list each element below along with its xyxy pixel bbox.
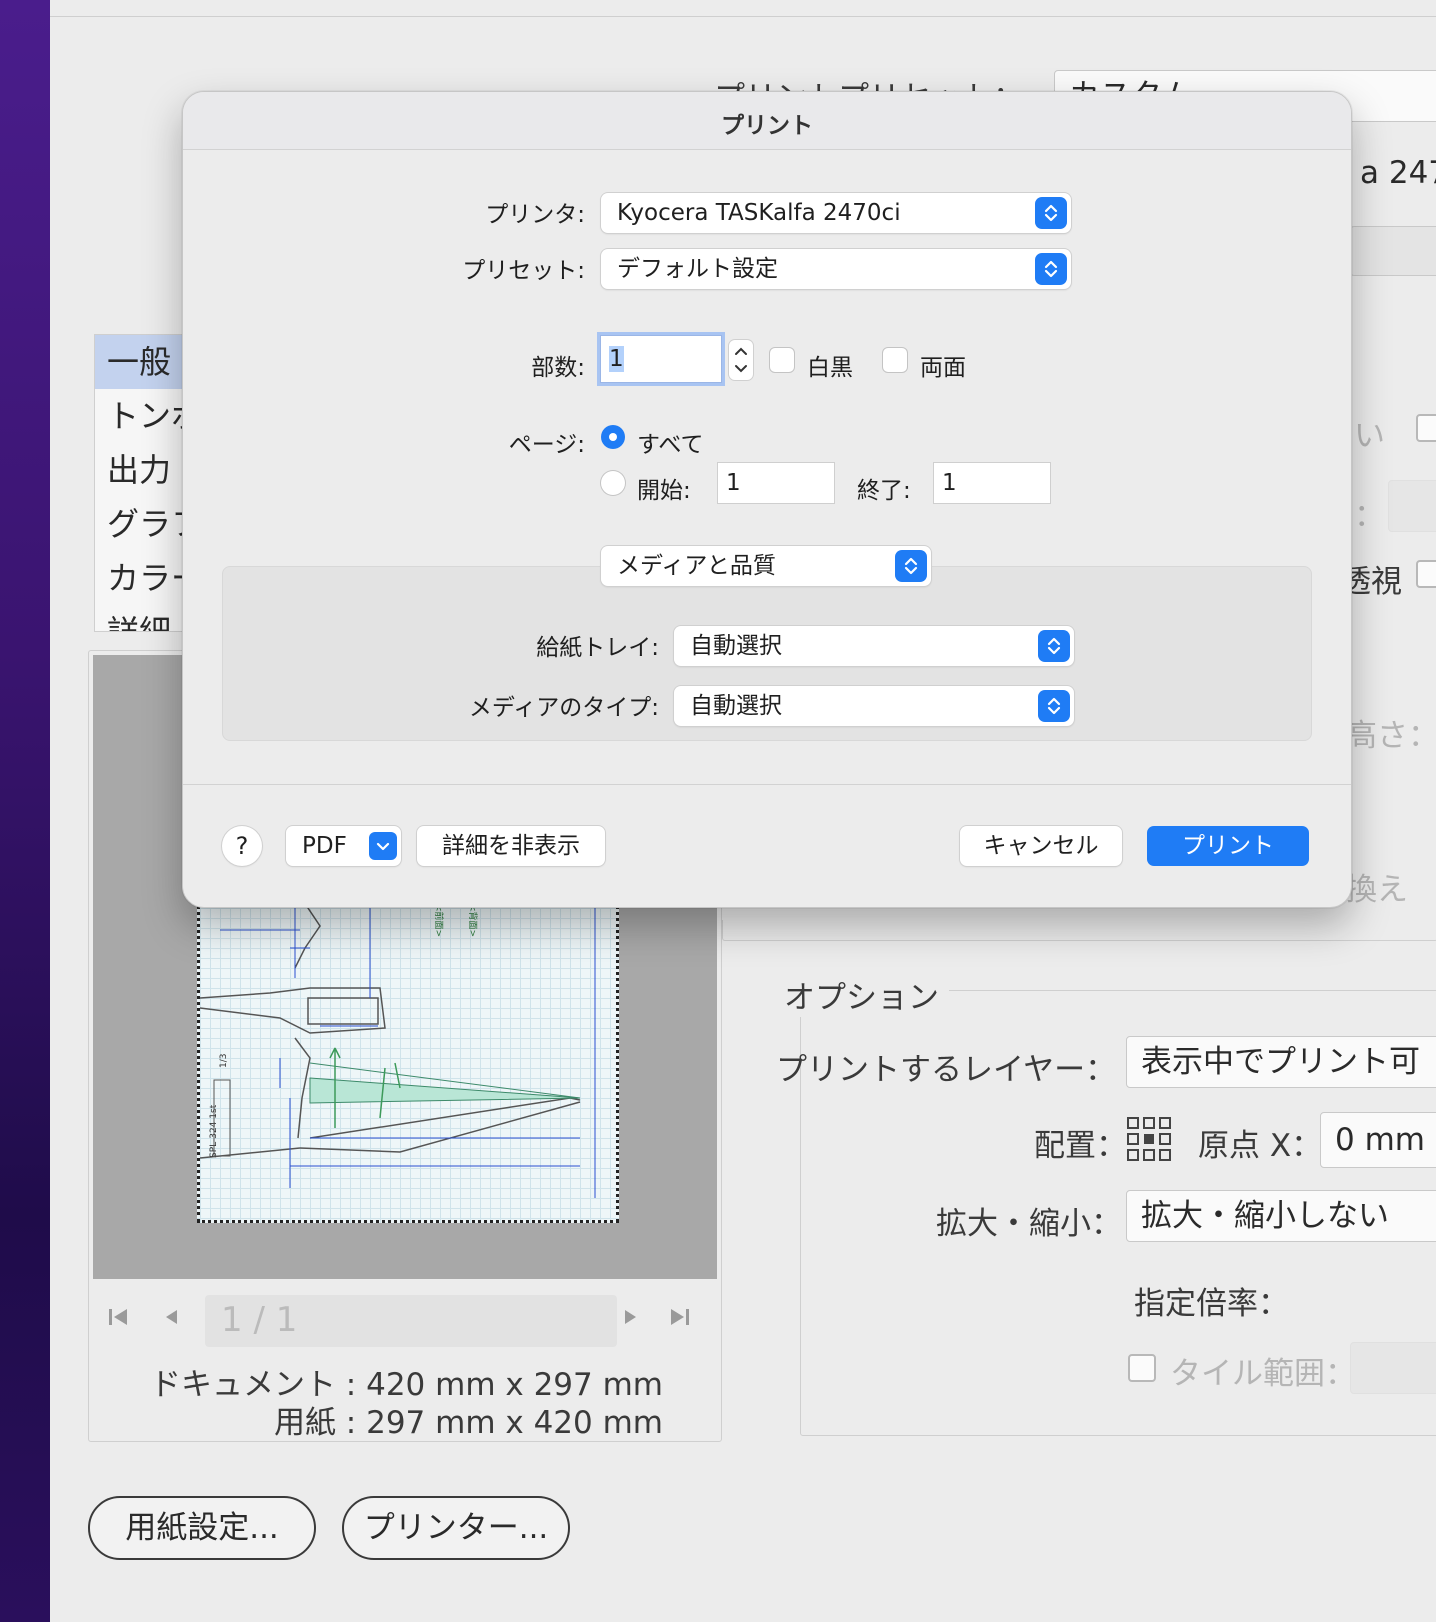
svg-text:<背面>: <背面> [467, 904, 479, 937]
last-page-button[interactable] [669, 1305, 691, 1335]
layer-label: プリントするレイヤー： [776, 1052, 1117, 1088]
page-setup-button[interactable]: 用紙設定... [88, 1496, 316, 1560]
from-label: 開始: [637, 478, 691, 504]
footer-divider [183, 784, 1351, 785]
tray-label: 給紙トレイ: [536, 635, 659, 661]
printer-label: プリンタ: [485, 202, 585, 228]
bg-setting-field[interactable] [1350, 226, 1436, 276]
to-label: 終了: [857, 478, 911, 504]
print-button[interactable]: プリント [1147, 826, 1309, 866]
pdf-label: PDF [302, 833, 347, 859]
tile-field [1350, 1342, 1436, 1394]
preset-select[interactable]: デフォルト設定 [601, 249, 1071, 289]
bg-disabled-field [1388, 480, 1436, 532]
last-page-icon [671, 1309, 689, 1325]
desktop-background [0, 0, 50, 1622]
bw-label: 白黒 [807, 355, 853, 381]
scale-select[interactable]: 拡大・縮小しない [1126, 1190, 1436, 1242]
help-button[interactable]: ? [222, 826, 262, 866]
bw-checkbox[interactable] [770, 348, 794, 372]
duplex-label: 両面 [920, 355, 966, 381]
tile-label: タイル範囲： [1170, 1356, 1356, 1392]
hide-details-button[interactable]: 詳細を非表示 [417, 826, 605, 866]
stepper-arrows-icon [735, 347, 747, 373]
pages-range-radio[interactable] [601, 471, 625, 495]
bg-partial-text: ： [1354, 498, 1385, 534]
origin-x-field[interactable]: 0 mm [1320, 1112, 1436, 1168]
dialog-titlebar: プリント [183, 92, 1351, 150]
updown-chevron-icon [1038, 630, 1070, 662]
preset-select-value: デフォルト設定 [617, 256, 778, 282]
copies-label: 部数: [531, 355, 585, 381]
page-navigation: 1 / 1 [103, 1295, 703, 1349]
bg-partial-text: 高さ： [1346, 718, 1436, 754]
dialog-title: プリント [721, 113, 813, 139]
preset-label: プリセット: [462, 258, 585, 284]
updown-chevron-icon [895, 550, 927, 582]
tile-checkbox[interactable] [1128, 1354, 1156, 1382]
pages-label: ページ: [508, 432, 585, 458]
copies-stepper[interactable] [729, 340, 753, 380]
from-page-field[interactable]: 1 [718, 463, 834, 503]
pages-all-radio[interactable] [601, 425, 625, 449]
bg-panel-edge [722, 920, 1436, 941]
tray-select[interactable]: 自動選択 [674, 626, 1074, 666]
pages-all-label: すべて [637, 432, 704, 458]
bg-checkbox[interactable] [1416, 560, 1436, 588]
next-page-button[interactable] [623, 1305, 639, 1335]
first-page-icon [109, 1309, 127, 1325]
media-type-select[interactable]: 自動選択 [674, 686, 1074, 726]
previous-page-icon [166, 1310, 177, 1324]
section-select[interactable]: メディアと品質 [601, 546, 931, 586]
printer-select-value: Kyocera TASKalfa 2470ci [617, 200, 901, 226]
cancel-button[interactable]: キャンセル [960, 826, 1122, 866]
copies-value: 1 [609, 346, 624, 372]
chevron-down-icon [369, 832, 397, 860]
copies-field[interactable]: 1 [601, 336, 721, 382]
bg-partial-text: い [1354, 418, 1385, 454]
paper-size-text: 用紙 : 297 mm x 420 mm [273, 1405, 663, 1441]
updown-chevron-icon [1035, 197, 1067, 229]
svg-text:1/3: 1/3 [219, 1054, 229, 1068]
placement-label: 配置： [1034, 1128, 1127, 1164]
printer-button[interactable]: プリンター... [342, 1496, 570, 1560]
section-select-value: メディアと品質 [617, 553, 776, 579]
print-dialog: プリント プリンタ: Kyocera TASKalfa 2470ci プリセット… [182, 91, 1352, 908]
printer-select[interactable]: Kyocera TASKalfa 2470ci [601, 193, 1071, 233]
previous-page-button[interactable] [163, 1305, 179, 1335]
svg-text:<前面>: <前面> [433, 904, 445, 937]
page-number-field[interactable]: 1 / 1 [205, 1295, 617, 1347]
to-page-field[interactable]: 1 [934, 463, 1050, 503]
pdf-menu-button[interactable]: PDF [286, 826, 401, 866]
media-type-label: メディアのタイプ: [468, 695, 659, 721]
scale-label: 拡大・縮小： [936, 1206, 1122, 1242]
origin-x-label: 原点 X： [1198, 1128, 1323, 1164]
bg-printer-field[interactable]: a 247( [1350, 148, 1436, 200]
first-page-button[interactable] [107, 1305, 129, 1335]
tray-select-value: 自動選択 [690, 633, 782, 659]
options-title: オプション [774, 972, 949, 1017]
reference-point-icon[interactable] [1126, 1116, 1172, 1162]
updown-chevron-icon [1038, 690, 1070, 722]
ratio-label: 指定倍率： [1134, 1286, 1289, 1322]
duplex-checkbox[interactable] [883, 348, 907, 372]
next-page-icon [625, 1310, 636, 1324]
layer-select[interactable]: 表示中でプリント可 [1126, 1036, 1436, 1088]
bg-checkbox[interactable] [1416, 414, 1436, 442]
updown-chevron-icon [1035, 253, 1067, 285]
media-type-select-value: 自動選択 [690, 693, 782, 719]
bg-partial-text: 換え [1346, 872, 1408, 908]
